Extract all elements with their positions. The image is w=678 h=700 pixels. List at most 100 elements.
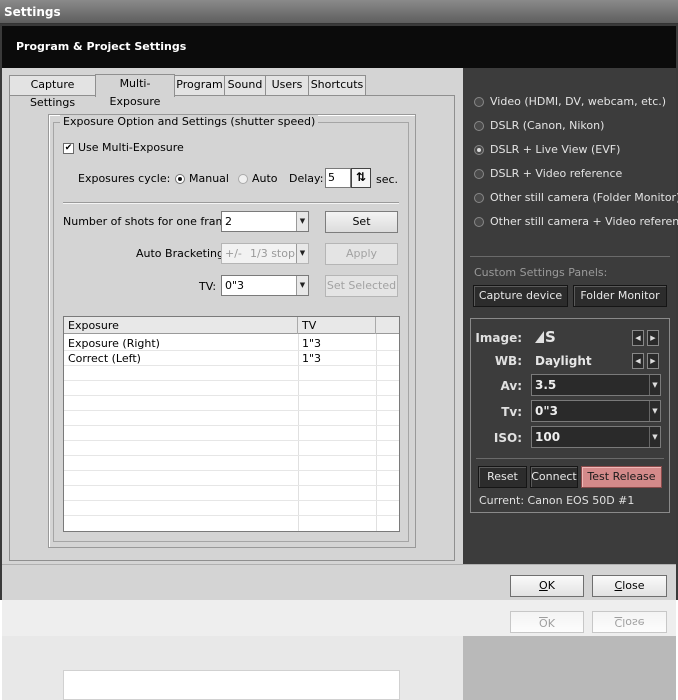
table-row-empty [64,366,399,381]
auto-label[interactable]: Auto [252,172,278,186]
capture-device-button[interactable]: Capture device [473,285,568,307]
tv-camera-combo[interactable]: 0"3 ▼ [531,400,661,422]
source-option-label: Other still camera (Folder Monitor) [490,191,678,204]
table-row[interactable]: Exposure (Right) 1"3 [64,336,399,351]
reflection-right-panel [463,636,676,700]
auto-bracketing-label: Auto Bracketing: [136,247,228,260]
dialog-title: Program & Project Settings [16,40,187,53]
close-button[interactable]: Close [592,575,667,597]
cell-exposure: Correct (Left) [68,352,141,365]
tv-value: 0"3 [225,279,245,292]
source-option-dslr[interactable]: DSLR (Canon, Nikon) [474,118,670,134]
source-option-video[interactable]: Video (HDMI, DV, webcam, etc.) [474,94,670,110]
radio-button[interactable] [474,121,484,131]
source-option-label: DSLR (Canon, Nikon) [490,119,605,132]
tab-label: Program [176,78,223,91]
close-label: lose [622,579,645,592]
iso-combo[interactable]: 100 ▼ [531,426,661,448]
shots-label: Number of shots for one frame: [63,215,237,228]
table-row-empty [64,486,399,501]
table-row[interactable]: Correct (Left) 1"3 [64,351,399,366]
table-row-empty [64,501,399,516]
ok-label: K [547,579,555,592]
tab-label: Sound [227,78,263,91]
manual-label[interactable]: Manual [189,172,229,186]
source-option-dslr-live-view[interactable]: DSLR + Live View (EVF) [474,142,670,158]
tab-label: Shortcuts [310,78,364,91]
bracket-value: 1/3 stop [250,247,295,260]
tab-shortcuts[interactable]: Shortcuts [308,75,366,95]
use-multi-exposure-label[interactable]: Use Multi-Exposure [78,141,184,155]
manual-radio[interactable] [175,174,185,184]
table-row-empty [64,396,399,411]
tv-combo[interactable]: 0"3 ▼ [221,275,309,296]
tv-camera-label: Tv: [501,405,522,419]
test-release-button[interactable]: Test Release [581,466,662,488]
custom-panels-label: Custom Settings Panels: [474,266,608,279]
radio-button[interactable] [474,97,484,107]
iso-value: 100 [535,430,561,444]
folder-monitor-button[interactable]: Folder Monitor [573,285,667,307]
source-option-folder-monitor-video[interactable]: Other still camera + Video reference [474,214,678,230]
column-header-exposure[interactable]: Exposure [64,317,298,334]
dialog-header: Program & Project Settings [2,26,676,68]
source-option-label: Video (HDMI, DV, webcam, etc.) [490,95,667,108]
image-label: Image: [475,331,522,345]
av-value: 3.5 [535,378,557,392]
auto-radio[interactable] [238,174,248,184]
delay-input[interactable]: 5 [325,168,351,188]
av-label: Av: [500,379,522,393]
tab-sound[interactable]: Sound [224,75,266,95]
set-selected-button[interactable]: Set Selected [325,275,398,297]
table-row-empty [64,456,399,471]
radio-button-selected[interactable] [474,145,484,155]
chevron-down-icon[interactable]: ▼ [649,427,660,447]
auto-bracketing-combo[interactable]: +/- 1/3 stop ▼ [221,243,309,264]
ok-label: K [547,616,555,629]
shots-combo[interactable]: 2 ▼ [221,211,309,232]
image-prev-arrow-icon[interactable]: ◀ [632,330,644,346]
current-camera-text: Current: Canon EOS 50D #1 [479,494,635,507]
tab-capture-settings[interactable]: Capture Settings [9,75,96,109]
separator [476,458,664,459]
source-option-label: DSLR + Live View (EVF) [490,143,621,156]
chevron-down-icon[interactable]: ▼ [296,212,308,231]
reflection-ok-button: OK [510,611,584,633]
chevron-down-icon[interactable]: ▼ [296,276,308,295]
chevron-down-icon[interactable]: ▼ [649,375,660,395]
radio-button[interactable] [474,217,484,227]
wb-next-arrow-icon[interactable]: ▶ [647,353,659,369]
source-option-folder-monitor[interactable]: Other still camera (Folder Monitor) [474,190,678,206]
group-title: Exposure Option and Settings (shutter sp… [60,115,319,129]
tab-multi-exposure[interactable]: Multi-Exposure [95,74,175,108]
connect-button[interactable]: Connect [530,466,578,488]
radio-button[interactable] [474,169,484,179]
delay-spin-icon[interactable]: ⇅ [351,168,371,188]
ok-button[interactable]: OK [510,575,584,597]
av-combo[interactable]: 3.5 ▼ [531,374,661,396]
chevron-down-icon[interactable]: ▼ [649,401,660,421]
shots-value: 2 [225,215,232,228]
bracket-prefix: +/- [225,247,242,260]
source-option-label: DSLR + Video reference [490,167,623,180]
column-header-tv[interactable]: TV [298,317,376,334]
delay-label: Delay: [289,172,324,185]
separator [470,256,670,257]
set-button[interactable]: Set [325,211,398,233]
tab-program[interactable]: Program [174,75,225,95]
source-option-dslr-video-ref[interactable]: DSLR + Video reference [474,166,670,182]
table-row-empty [64,381,399,396]
use-multi-exposure-checkbox[interactable]: ✔ [63,143,74,154]
chevron-down-icon[interactable]: ▼ [296,244,308,263]
image-value: S [545,328,556,346]
wb-prev-arrow-icon[interactable]: ◀ [632,353,644,369]
tab-label: Capture Settings [29,78,76,109]
exposure-table[interactable]: Exposure TV Exposure (Right) 1"3 Correct… [63,316,400,532]
window-title-bar: Settings [0,0,678,24]
reset-button[interactable]: Reset [478,466,527,488]
apply-button[interactable]: Apply [325,243,398,265]
image-next-arrow-icon[interactable]: ▶ [647,330,659,346]
cell-tv: 1"3 [302,337,322,350]
radio-button[interactable] [474,193,484,203]
tab-users[interactable]: Users [265,75,309,95]
